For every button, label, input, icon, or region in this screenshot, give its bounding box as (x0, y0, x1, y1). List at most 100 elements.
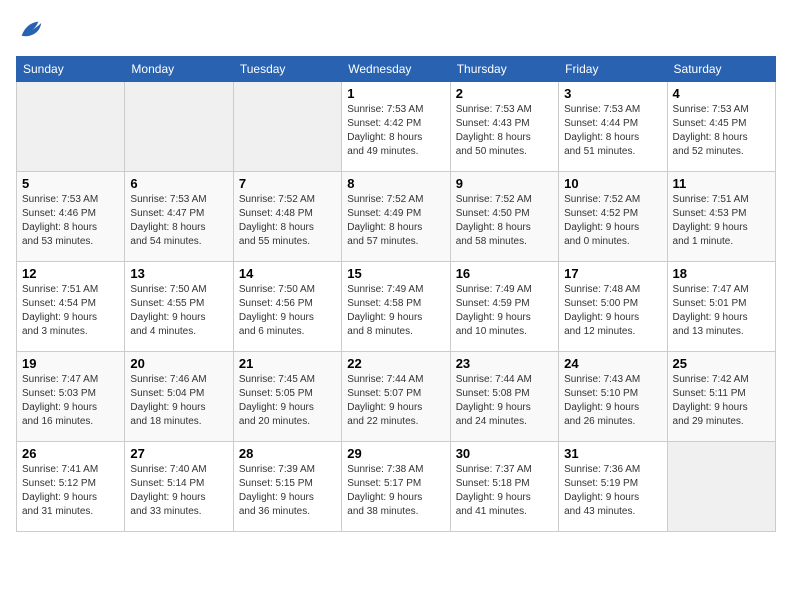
calendar-day-24: 24 Sunrise: 7:43 AM Sunset: 5:10 PM Dayli… (559, 352, 667, 442)
day-info: Sunrise: 7:39 AM Sunset: 5:15 PM Dayligh… (239, 463, 336, 519)
calendar-day-12: 12Sunrise: 7:51 AM Sunset: 4:54 PM Dayli… (17, 262, 125, 352)
calendar-day-11: 11 Sunrise: 7:51 AM Sunset: 4:53 PM Dayli… (667, 172, 775, 262)
calendar-day-13: 13Sunrise: 7:50 AM Sunset: 4:55 PM Dayli… (125, 262, 233, 352)
calendar-day-25: 25 Sunrise: 7:42 AM Sunset: 5:11 PM Dayli… (667, 352, 775, 442)
day-number: 3 (564, 86, 661, 101)
day-info: Sunrise: 7:49 AM Sunset: 4:59 PM Dayligh… (456, 283, 553, 339)
day-info: Sunrise: 7:37 AM Sunset: 5:18 PM Dayligh… (456, 463, 553, 519)
day-info: Sunrise: 7:44 AM Sunset: 5:07 PM Dayligh… (347, 373, 444, 429)
calendar-day-15: 15 Sunrise: 7:49 AM Sunset: 4:58 PM Dayli… (342, 262, 450, 352)
calendar-day-16: 16Sunrise: 7:49 AM Sunset: 4:59 PM Dayli… (450, 262, 558, 352)
calendar-day-5: 5 Sunrise: 7:53 AM Sunset: 4:46 PM Daylig… (17, 172, 125, 262)
calendar-day-14: 14 Sunrise: 7:50 AM Sunset: 4:56 PM Dayli… (233, 262, 341, 352)
calendar-day-21: 21Sunrise: 7:45 AM Sunset: 5:05 PM Dayli… (233, 352, 341, 442)
day-number: 18 (673, 266, 770, 281)
logo-bird-icon (16, 16, 44, 44)
day-info: Sunrise: 7:46 AM Sunset: 5:04 PM Dayligh… (130, 373, 227, 429)
day-info: Sunrise: 7:48 AM Sunset: 5:00 PM Dayligh… (564, 283, 661, 339)
day-number: 28 (239, 446, 336, 461)
day-number: 13 (130, 266, 227, 281)
calendar-day-23: 23Sunrise: 7:44 AM Sunset: 5:08 PM Dayli… (450, 352, 558, 442)
day-info: Sunrise: 7:53 AM Sunset: 4:46 PM Dayligh… (22, 193, 119, 249)
calendar-day-27: 27Sunrise: 7:40 AM Sunset: 5:14 PM Dayli… (125, 442, 233, 532)
day-number: 10 (564, 176, 661, 191)
day-number: 9 (456, 176, 553, 191)
calendar-day-20: 20 Sunrise: 7:46 AM Sunset: 5:04 PM Dayli… (125, 352, 233, 442)
weekday-header-saturday: Saturday (667, 57, 775, 82)
day-info: Sunrise: 7:52 AM Sunset: 4:49 PM Dayligh… (347, 193, 444, 249)
day-info: Sunrise: 7:52 AM Sunset: 4:50 PM Dayligh… (456, 193, 553, 249)
day-number: 6 (130, 176, 227, 191)
day-number: 5 (22, 176, 119, 191)
day-number: 17 (564, 266, 661, 281)
day-info: Sunrise: 7:36 AM Sunset: 5:19 PM Dayligh… (564, 463, 661, 519)
day-number: 24 (564, 356, 661, 371)
day-number: 29 (347, 446, 444, 461)
day-number: 12 (22, 266, 119, 281)
calendar-week-row: 19 Sunrise: 7:47 AM Sunset: 5:03 PM Dayli… (17, 352, 776, 442)
calendar-day-7: 7 Sunrise: 7:52 AM Sunset: 4:48 PM Daylig… (233, 172, 341, 262)
day-info: Sunrise: 7:38 AM Sunset: 5:17 PM Dayligh… (347, 463, 444, 519)
day-info: Sunrise: 7:52 AM Sunset: 4:48 PM Dayligh… (239, 193, 336, 249)
day-number: 25 (673, 356, 770, 371)
calendar-day-29: 29 Sunrise: 7:38 AM Sunset: 5:17 PM Dayli… (342, 442, 450, 532)
weekday-header-friday: Friday (559, 57, 667, 82)
calendar-empty-cell (17, 82, 125, 172)
day-number: 1 (347, 86, 444, 101)
day-number: 26 (22, 446, 119, 461)
weekday-header-sunday: Sunday (17, 57, 125, 82)
day-number: 7 (239, 176, 336, 191)
day-number: 15 (347, 266, 444, 281)
day-info: Sunrise: 7:40 AM Sunset: 5:14 PM Dayligh… (130, 463, 227, 519)
calendar-week-row: 12Sunrise: 7:51 AM Sunset: 4:54 PM Dayli… (17, 262, 776, 352)
page-header (16, 16, 776, 44)
calendar-day-8: 8 Sunrise: 7:52 AM Sunset: 4:49 PM Daylig… (342, 172, 450, 262)
calendar-day-17: 17 Sunrise: 7:48 AM Sunset: 5:00 PM Dayli… (559, 262, 667, 352)
weekday-header-tuesday: Tuesday (233, 57, 341, 82)
day-number: 8 (347, 176, 444, 191)
logo (16, 16, 48, 44)
calendar-week-row: 1 Sunrise: 7:53 AM Sunset: 4:42 PM Daylig… (17, 82, 776, 172)
day-number: 20 (130, 356, 227, 371)
calendar-empty-cell (233, 82, 341, 172)
calendar-day-9: 9 Sunrise: 7:52 AM Sunset: 4:50 PM Daylig… (450, 172, 558, 262)
day-info: Sunrise: 7:53 AM Sunset: 4:43 PM Dayligh… (456, 103, 553, 159)
day-info: Sunrise: 7:51 AM Sunset: 4:53 PM Dayligh… (673, 193, 770, 249)
weekday-header-wednesday: Wednesday (342, 57, 450, 82)
day-number: 21 (239, 356, 336, 371)
day-info: Sunrise: 7:49 AM Sunset: 4:58 PM Dayligh… (347, 283, 444, 339)
day-number: 14 (239, 266, 336, 281)
day-info: Sunrise: 7:52 AM Sunset: 4:52 PM Dayligh… (564, 193, 661, 249)
day-info: Sunrise: 7:43 AM Sunset: 5:10 PM Dayligh… (564, 373, 661, 429)
day-info: Sunrise: 7:44 AM Sunset: 5:08 PM Dayligh… (456, 373, 553, 429)
calendar-day-6: 6Sunrise: 7:53 AM Sunset: 4:47 PM Daylig… (125, 172, 233, 262)
day-info: Sunrise: 7:47 AM Sunset: 5:03 PM Dayligh… (22, 373, 119, 429)
day-info: Sunrise: 7:50 AM Sunset: 4:56 PM Dayligh… (239, 283, 336, 339)
weekday-header-row: SundayMondayTuesdayWednesdayThursdayFrid… (17, 57, 776, 82)
calendar-day-30: 30Sunrise: 7:37 AM Sunset: 5:18 PM Dayli… (450, 442, 558, 532)
calendar-table: SundayMondayTuesdayWednesdayThursdayFrid… (16, 56, 776, 532)
day-info: Sunrise: 7:53 AM Sunset: 4:45 PM Dayligh… (673, 103, 770, 159)
day-info: Sunrise: 7:53 AM Sunset: 4:42 PM Dayligh… (347, 103, 444, 159)
day-info: Sunrise: 7:41 AM Sunset: 5:12 PM Dayligh… (22, 463, 119, 519)
day-info: Sunrise: 7:42 AM Sunset: 5:11 PM Dayligh… (673, 373, 770, 429)
calendar-day-10: 10 Sunrise: 7:52 AM Sunset: 4:52 PM Dayli… (559, 172, 667, 262)
calendar-day-19: 19 Sunrise: 7:47 AM Sunset: 5:03 PM Dayli… (17, 352, 125, 442)
calendar-day-22: 22 Sunrise: 7:44 AM Sunset: 5:07 PM Dayli… (342, 352, 450, 442)
calendar-week-row: 26 Sunrise: 7:41 AM Sunset: 5:12 PM Dayli… (17, 442, 776, 532)
calendar-day-28: 28 Sunrise: 7:39 AM Sunset: 5:15 PM Dayli… (233, 442, 341, 532)
calendar-empty-cell (667, 442, 775, 532)
day-number: 11 (673, 176, 770, 191)
calendar-day-2: 2Sunrise: 7:53 AM Sunset: 4:43 PM Daylig… (450, 82, 558, 172)
calendar-week-row: 5 Sunrise: 7:53 AM Sunset: 4:46 PM Daylig… (17, 172, 776, 262)
calendar-day-3: 3Sunrise: 7:53 AM Sunset: 4:44 PM Daylig… (559, 82, 667, 172)
calendar-day-31: 31 Sunrise: 7:36 AM Sunset: 5:19 PM Dayli… (559, 442, 667, 532)
calendar-day-1: 1 Sunrise: 7:53 AM Sunset: 4:42 PM Daylig… (342, 82, 450, 172)
calendar-day-4: 4Sunrise: 7:53 AM Sunset: 4:45 PM Daylig… (667, 82, 775, 172)
day-number: 22 (347, 356, 444, 371)
calendar-day-18: 18 Sunrise: 7:47 AM Sunset: 5:01 PM Dayli… (667, 262, 775, 352)
day-number: 31 (564, 446, 661, 461)
calendar-empty-cell (125, 82, 233, 172)
day-number: 19 (22, 356, 119, 371)
day-info: Sunrise: 7:47 AM Sunset: 5:01 PM Dayligh… (673, 283, 770, 339)
